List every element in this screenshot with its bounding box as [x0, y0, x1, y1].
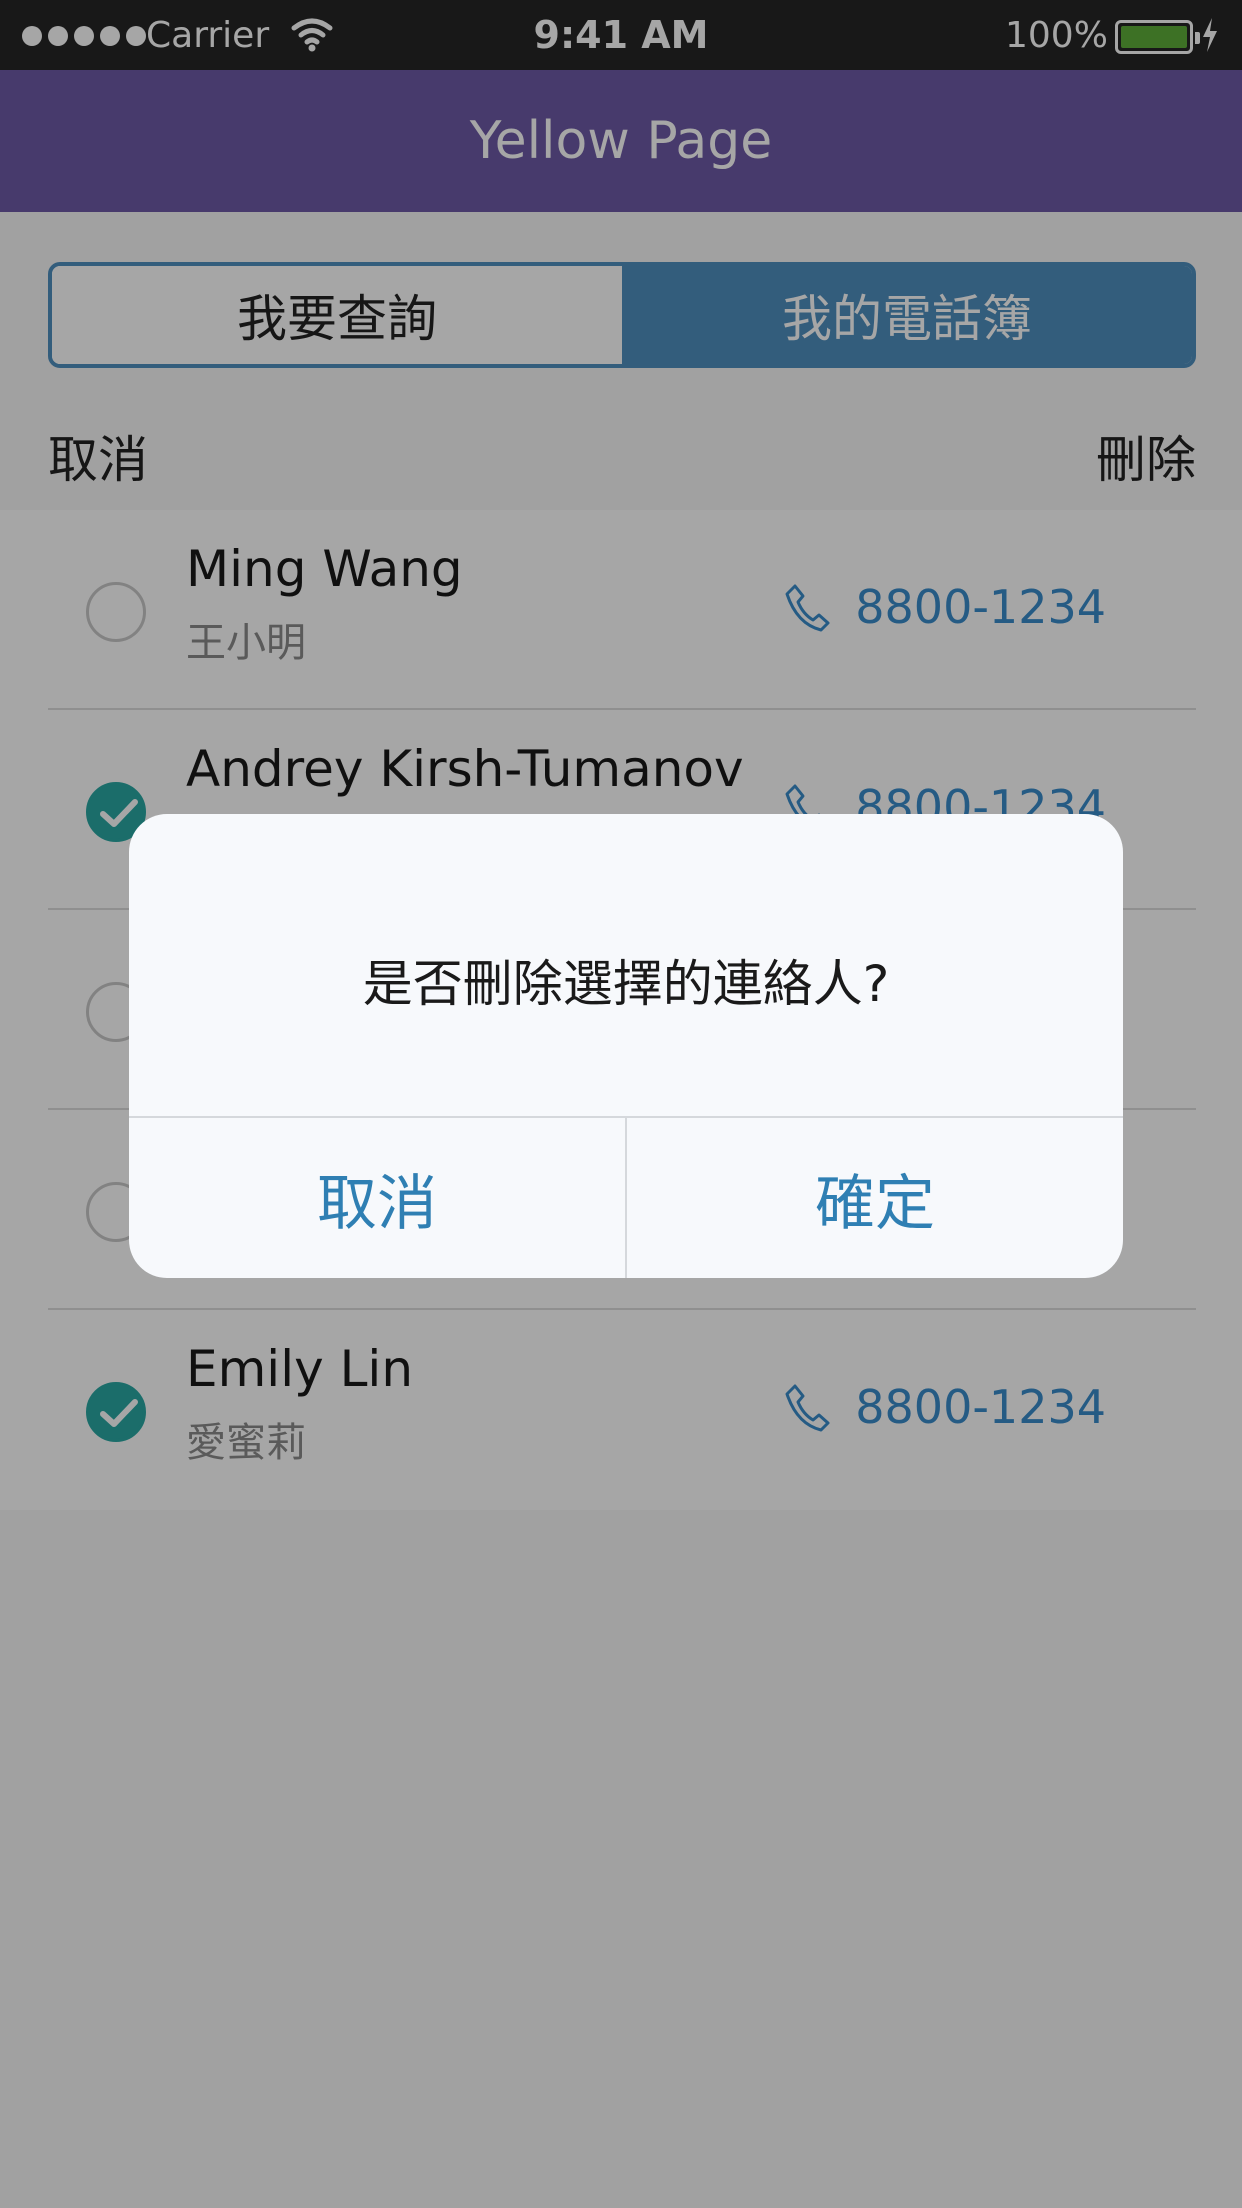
- dialog-message: 是否刪除選擇的連絡人?: [362, 955, 890, 1013]
- status-bar: Carrier 9:41 AM 100%: [0, 0, 1242, 70]
- delete-confirm-dialog: 是否刪除選擇的連絡人? 取消 確定: [129, 814, 1123, 1278]
- dialog-cancel-button[interactable]: 取消: [129, 1118, 625, 1278]
- battery-percentage: 100%: [1005, 15, 1108, 56]
- navigation-bar: Yellow Page: [0, 70, 1242, 212]
- battery-icon: [1115, 20, 1200, 54]
- page-title: Yellow Page: [469, 111, 773, 171]
- charging-icon: [1200, 16, 1220, 58]
- dialog-confirm-button[interactable]: 確定: [627, 1118, 1123, 1278]
